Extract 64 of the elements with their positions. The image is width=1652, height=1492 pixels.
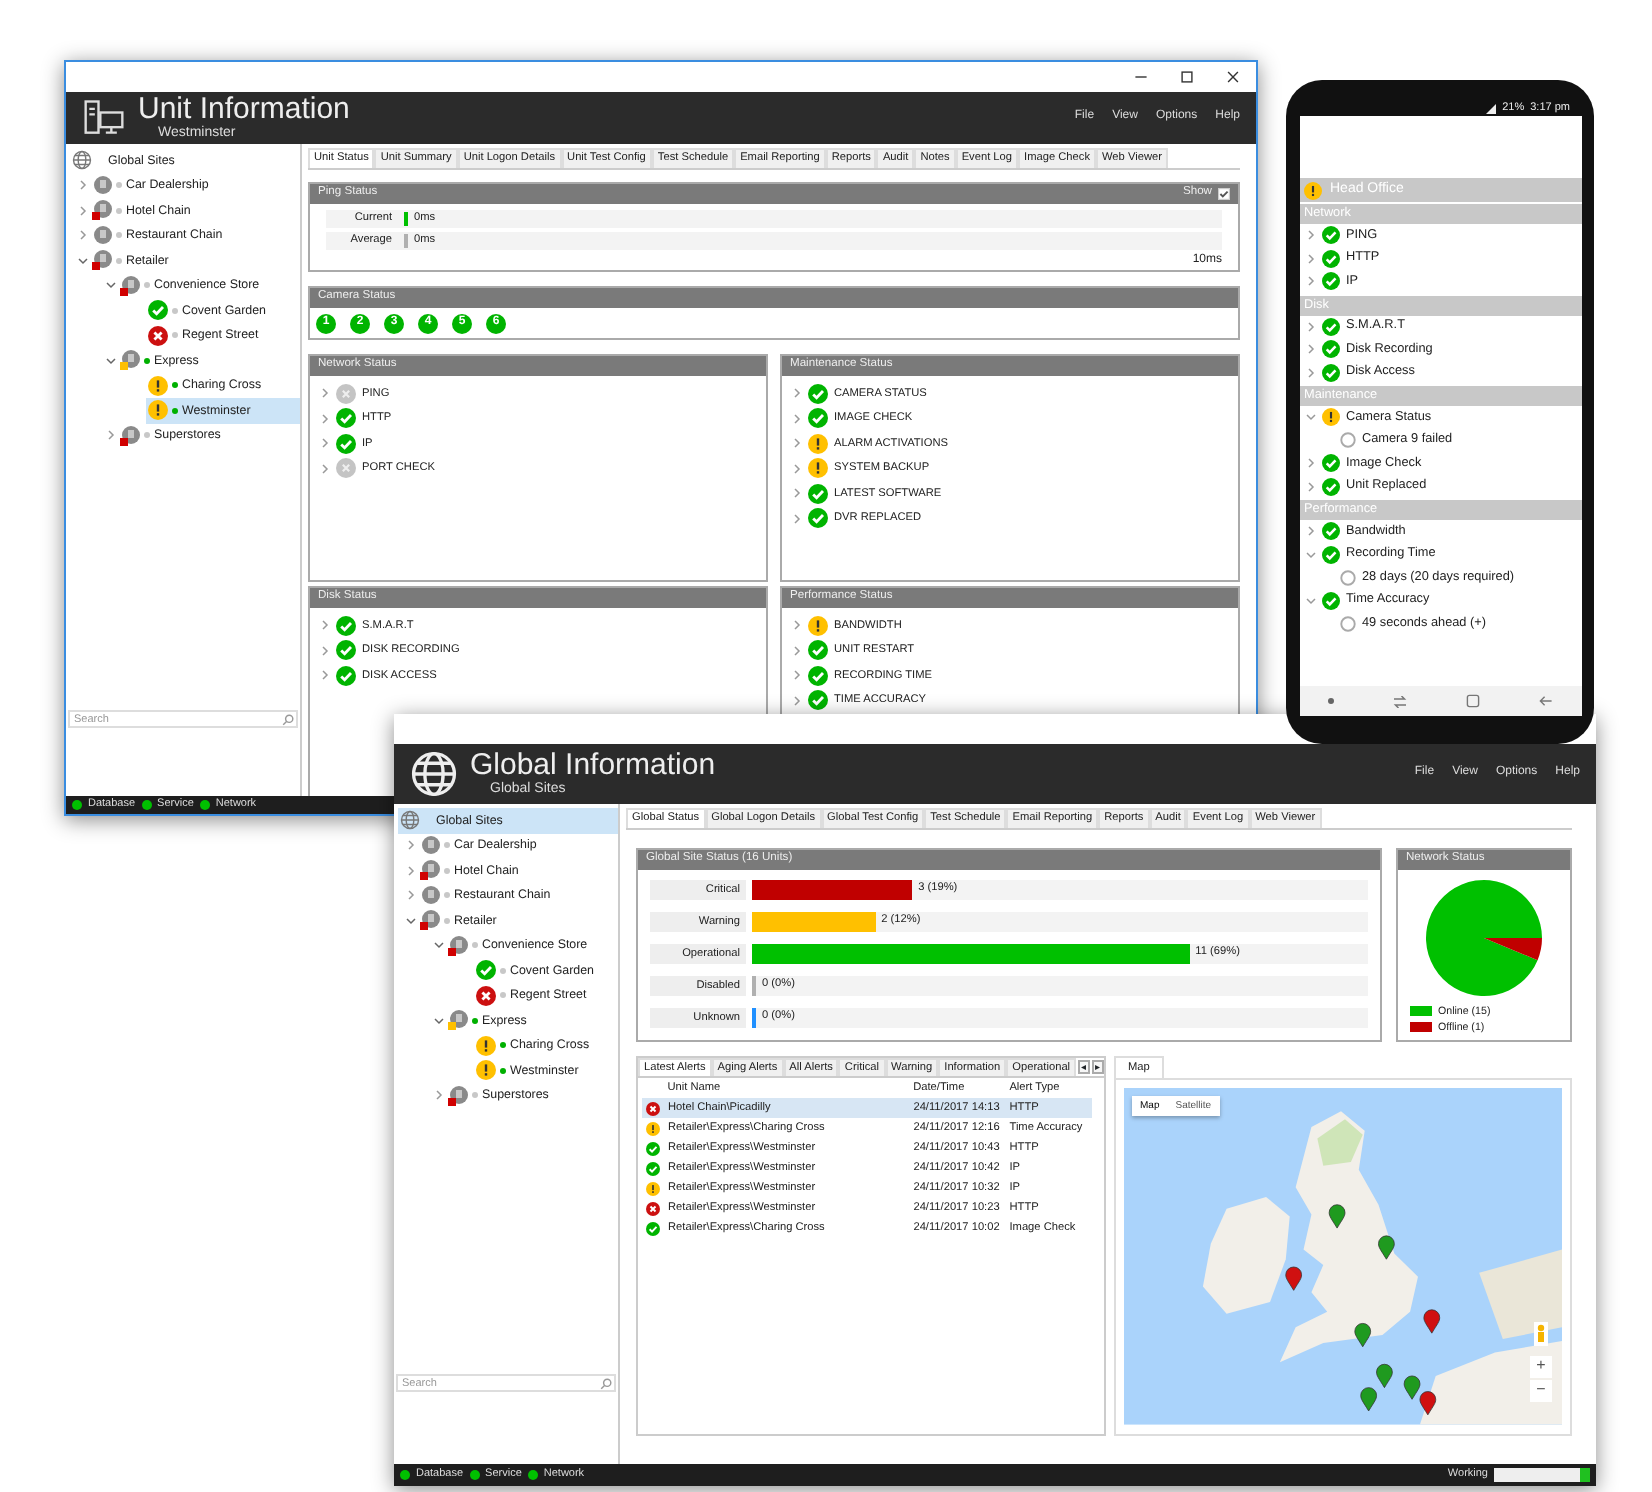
- chevron-icon[interactable]: [105, 430, 115, 441]
- globe-icon: [410, 750, 458, 798]
- chevron-icon[interactable]: [320, 670, 330, 681]
- home-icon[interactable]: [1465, 694, 1480, 708]
- chevron-icon[interactable]: [77, 205, 87, 216]
- chevron-icon[interactable]: [77, 255, 87, 266]
- chevron-icon[interactable]: [792, 620, 802, 631]
- search-icon[interactable]: [282, 713, 294, 725]
- window-title: Unit Information: [138, 93, 350, 126]
- chevron-icon[interactable]: [405, 890, 415, 901]
- chevron-icon[interactable]: [792, 488, 802, 499]
- globe-icon: [400, 810, 420, 831]
- chevron-icon[interactable]: [1306, 481, 1316, 492]
- chevron-icon[interactable]: [1306, 412, 1316, 423]
- globe-icon: [72, 150, 92, 171]
- search-icon[interactable]: [600, 1377, 612, 1389]
- zoom-button[interactable]: −: [1530, 1379, 1552, 1402]
- chevron-icon[interactable]: [1306, 458, 1316, 469]
- computer-icon: [82, 96, 126, 140]
- chevron-icon[interactable]: [1306, 321, 1316, 332]
- chevron-icon[interactable]: [405, 915, 415, 926]
- chevron-icon[interactable]: [1306, 344, 1316, 355]
- chevron-icon[interactable]: [792, 463, 802, 474]
- maximize-icon[interactable]: [1180, 70, 1194, 84]
- signal-icon: [1486, 103, 1497, 113]
- recent-apps-icon[interactable]: [1392, 695, 1409, 707]
- checkbox[interactable]: [1218, 187, 1230, 200]
- chevron-icon[interactable]: [1306, 367, 1316, 378]
- chevron-icon[interactable]: [792, 388, 802, 399]
- chevron-icon[interactable]: [792, 438, 802, 449]
- minimize-icon[interactable]: [1134, 70, 1148, 84]
- chevron-icon[interactable]: [792, 695, 802, 706]
- chevron-icon[interactable]: [792, 670, 802, 681]
- chevron-icon[interactable]: [320, 413, 330, 424]
- back-icon[interactable]: [1537, 694, 1554, 708]
- chevron-icon[interactable]: [1306, 549, 1316, 560]
- chevron-icon[interactable]: [105, 355, 115, 366]
- legend-swatch: [1410, 1022, 1432, 1033]
- chevron-icon[interactable]: [792, 645, 802, 656]
- chevron-icon[interactable]: [405, 840, 415, 851]
- chevron-icon[interactable]: [792, 513, 802, 524]
- chevron-icon[interactable]: [320, 645, 330, 656]
- chevron-icon[interactable]: [1306, 276, 1316, 287]
- dot-icon[interactable]: [1328, 698, 1335, 704]
- chevron-icon[interactable]: [1306, 595, 1316, 606]
- chevron-icon[interactable]: [1306, 253, 1316, 264]
- chevron-icon[interactable]: [433, 940, 443, 951]
- legend-swatch: [1410, 1006, 1432, 1017]
- chevron-icon[interactable]: [105, 280, 115, 291]
- chevron-icon[interactable]: [1306, 526, 1316, 537]
- chevron-icon[interactable]: [77, 180, 87, 191]
- chevron-icon[interactable]: [792, 413, 802, 424]
- chevron-icon[interactable]: [320, 438, 330, 449]
- chevron-icon[interactable]: [433, 1015, 443, 1026]
- chevron-icon[interactable]: [320, 463, 330, 474]
- chevron-icon[interactable]: [405, 865, 415, 876]
- window-title: Global Information: [470, 749, 716, 782]
- chevron-icon[interactable]: [1306, 230, 1316, 241]
- chevron-icon[interactable]: [320, 388, 330, 399]
- close-icon[interactable]: [1226, 70, 1240, 84]
- chevron-icon[interactable]: [433, 1090, 443, 1101]
- chevron-icon[interactable]: [320, 620, 330, 631]
- chevron-icon[interactable]: [77, 230, 87, 241]
- zoom-button[interactable]: +: [1530, 1355, 1552, 1378]
